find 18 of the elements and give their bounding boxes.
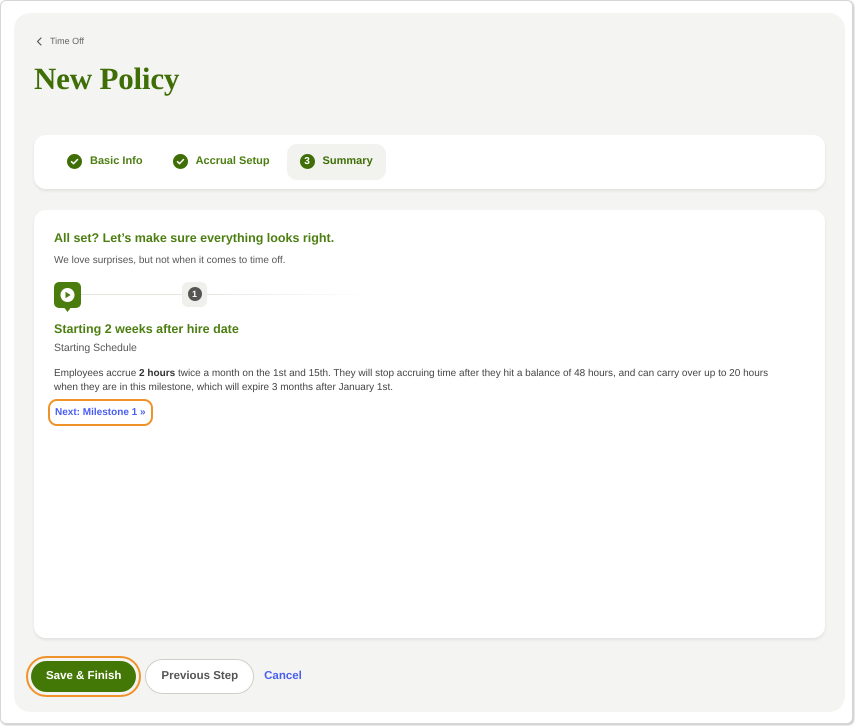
next-milestone-link[interactable]: Next: Milestone 1 » [48,399,153,426]
cancel-link[interactable]: Cancel [258,660,308,692]
back-link[interactable]: Time Off [36,34,84,48]
milestone-description: Employees accrue 2 hours twice a month on the 1st and 15th. They will stop accruing time after they hit a balance of 48 hours, and can carry over up to 20 hours when they are in this milestone, which will expire 3 months after January 1st. [54,367,770,396]
step-tab[interactable]: Accrual Setup [160,144,283,180]
save-button[interactable]: Save & Finish [26,656,142,697]
milestone-tile[interactable]: 1 [182,282,207,307]
milestone-title: Starting 2 weeks after hire date [54,322,240,337]
step-tab[interactable]: 3 Summary [286,144,386,180]
step-tab[interactable]: Basic Info [54,144,156,180]
page-title: New Policy [34,61,180,97]
summary-subheading: We love surprises, but not when it comes to time off. [54,254,286,268]
previous-step-button[interactable]: Previous Step [145,658,254,694]
chevron-left-icon [36,37,42,46]
summary-heading: All set? Let’s make sure everything looks right. [54,230,336,246]
milestone-number: 1 [188,287,202,302]
milestone-subtitle: Starting Schedule [54,340,138,356]
step-number: 3 [300,154,315,170]
